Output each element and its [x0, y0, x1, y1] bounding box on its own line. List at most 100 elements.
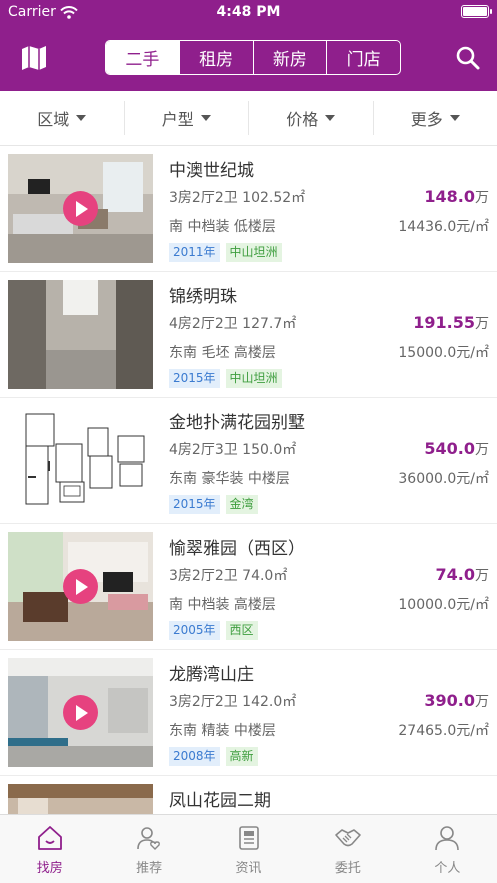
price-value: 74.0: [435, 565, 475, 584]
listing-price: 390.0万: [424, 691, 489, 711]
app-header: Carrier 4:48 PM 二手 租房 新房 门店: [0, 0, 497, 91]
list-item[interactable]: 锦绣明珠 4房2厅2卫 127.7㎡ 191.55万 东南 毛坯 高楼层 150…: [0, 272, 497, 398]
list-item[interactable]: 中澳世纪城 3房2厅2卫 102.52㎡ 148.0万 南 中档装 低楼层 14…: [0, 146, 497, 272]
filter-label: 区域: [37, 110, 70, 129]
tab-entrust[interactable]: 委托: [298, 815, 397, 883]
list-item[interactable]: 金地扑满花园别墅 4房2厅3卫 150.0㎡ 540.0万 东南 豪华装 中楼层…: [0, 398, 497, 524]
area-tag: 中山坦洲: [225, 369, 282, 388]
price-unit: 万: [475, 568, 489, 584]
listing-unit-price: 15000.0元/㎡: [398, 345, 489, 361]
tab-profile[interactable]: 个人: [398, 815, 497, 883]
listing-specs: 3房2厅2卫 102.52㎡: [169, 190, 306, 206]
tab-recommend[interactable]: 推荐: [99, 815, 198, 883]
filter-layout[interactable]: 户型: [123, 101, 249, 135]
caret-down-icon: [449, 115, 460, 121]
listing-unit-price: 14436.0元/㎡: [398, 219, 489, 235]
area-tag: 金湾: [225, 495, 258, 514]
listing-specs: 4房2厅2卫 127.7㎡: [169, 316, 297, 332]
tab-label: 个人: [434, 861, 461, 876]
filter-label: 更多: [410, 110, 443, 129]
listing-title: 愉翠雅园（西区）: [169, 539, 305, 559]
listing-price: 191.55万: [413, 313, 489, 333]
segment-rent[interactable]: 租房: [178, 41, 253, 74]
year-tag: 2005年: [169, 621, 220, 640]
price-unit: 万: [475, 694, 489, 710]
play-video-icon[interactable]: [63, 569, 98, 604]
listing-photo: [8, 784, 153, 814]
list-item[interactable]: 愉翠雅园（西区） 3房2厅2卫 74.0㎡ 74.0万 南 中档装 高楼层 10…: [0, 524, 497, 650]
listing-tags: 2005年 西区: [169, 621, 258, 640]
listing-type-segment: 二手 租房 新房 门店: [105, 40, 401, 75]
listing-unit-price: 27465.0元/㎡: [398, 723, 489, 739]
listing-tags: 2015年 中山坦洲: [169, 369, 282, 388]
person-icon: [435, 826, 460, 851]
listing-photo: [8, 154, 153, 263]
caret-down-icon: [76, 115, 87, 121]
listing-attributes: 东南 精装 中楼层: [169, 723, 276, 739]
tab-label: 委托: [334, 861, 361, 876]
listing-title: 金地扑满花园别墅: [169, 413, 305, 433]
filter-label: 户型: [161, 110, 194, 129]
filter-price[interactable]: 价格: [248, 101, 373, 135]
tab-news[interactable]: 资讯: [199, 815, 298, 883]
price-value: 191.55: [413, 313, 475, 332]
caret-down-icon: [325, 115, 336, 121]
listing-title: 中澳世纪城: [169, 161, 254, 181]
tab-find-home[interactable]: 找房: [0, 815, 99, 883]
news-icon: [238, 826, 259, 850]
handshake-icon: [335, 829, 361, 847]
listing-title: 锦绣明珠: [169, 287, 237, 307]
listing-attributes: 东南 豪华装 中楼层: [169, 471, 290, 487]
listing-price: 74.0万: [436, 565, 489, 585]
listing-attributes: 东南 毛坯 高楼层: [169, 345, 276, 361]
listing-list: 中澳世纪城 3房2厅2卫 102.52㎡ 148.0万 南 中档装 低楼层 14…: [0, 146, 497, 814]
list-item[interactable]: 凤山花园二期: [0, 776, 497, 814]
listing-title: 凤山花园二期: [169, 791, 271, 811]
play-video-icon[interactable]: [63, 191, 98, 226]
caret-down-icon: [200, 115, 211, 121]
status-bar: Carrier 4:48 PM: [0, 0, 497, 26]
tab-label: 找房: [36, 861, 63, 876]
listing-tags: 2015年 金湾: [169, 495, 258, 514]
listing-unit-price: 36000.0元/㎡: [398, 471, 489, 487]
price-value: 540.0: [424, 439, 475, 458]
segment-new[interactable]: 新房: [252, 41, 327, 74]
listing-specs: 3房2厅2卫 142.0㎡: [169, 694, 297, 710]
listing-title: 龙腾湾山庄: [169, 665, 254, 685]
price-value: 148.0: [424, 187, 475, 206]
listing-tags: 2008年 高新: [169, 747, 258, 766]
listing-unit-price: 10000.0元/㎡: [398, 597, 489, 613]
play-video-icon[interactable]: [63, 695, 98, 730]
price-unit: 万: [475, 442, 489, 458]
year-tag: 2008年: [169, 747, 220, 766]
filter-label: 价格: [286, 110, 319, 129]
segment-store[interactable]: 门店: [326, 41, 400, 74]
clock: 4:48 PM: [216, 4, 281, 20]
price-unit: 万: [475, 190, 489, 206]
tab-bar: 找房 推荐 资讯 委托 个人: [0, 814, 497, 883]
listing-specs: 3房2厅2卫 74.0㎡: [169, 568, 288, 584]
listing-photo: [8, 280, 153, 389]
filter-more[interactable]: 更多: [372, 101, 497, 135]
area-tag: 中山坦洲: [225, 243, 282, 262]
price-value: 390.0: [424, 691, 475, 710]
listing-price: 540.0万: [424, 439, 489, 459]
area-tag: 西区: [225, 621, 258, 640]
listing-specs: 4房2厅3卫 150.0㎡: [169, 442, 297, 458]
listing-price: 148.0万: [424, 187, 489, 207]
segment-secondhand[interactable]: 二手: [106, 41, 179, 74]
listing-attributes: 南 中档装 高楼层: [169, 597, 276, 613]
tab-label: 推荐: [136, 861, 163, 876]
year-tag: 2015年: [169, 369, 220, 388]
list-item[interactable]: 龙腾湾山庄 3房2厅2卫 142.0㎡ 390.0万 东南 精装 中楼层 274…: [0, 650, 497, 776]
search-icon[interactable]: [455, 45, 481, 71]
filter-district[interactable]: 区域: [0, 101, 124, 135]
user-heart-icon: [137, 827, 161, 850]
listing-tags: 2011年 中山坦洲: [169, 243, 282, 262]
map-icon[interactable]: [20, 45, 48, 71]
filter-bar: 区域 户型 价格 更多: [0, 91, 497, 146]
listing-attributes: 南 中档装 低楼层: [169, 219, 276, 235]
home-icon: [37, 826, 62, 850]
floor-plan-image: [8, 406, 153, 515]
listing-photo: [8, 532, 153, 641]
